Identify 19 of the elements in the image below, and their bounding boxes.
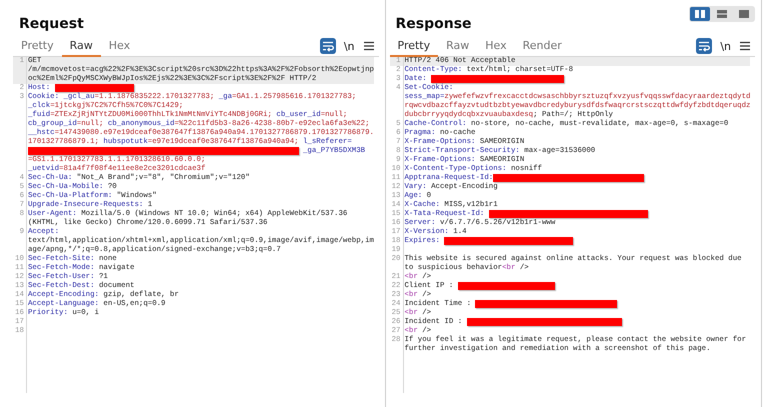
split-columns-icon	[694, 9, 706, 19]
wrap-icon	[322, 40, 334, 52]
word-wrap-button[interactable]	[320, 38, 336, 54]
newline-toggle[interactable]: \n	[344, 40, 354, 52]
single-pane-icon	[738, 9, 750, 19]
view-tab[interactable]: Hex	[477, 36, 515, 57]
newline-toggle[interactable]: \n	[720, 40, 731, 52]
view-tab[interactable]: Hex	[100, 36, 138, 57]
view-tab[interactable]: Pretty	[13, 36, 62, 57]
view-tab[interactable]: Raw	[438, 36, 478, 57]
view-tab[interactable]: Render	[514, 36, 570, 57]
panel-title: Response	[394, 15, 473, 34]
word-wrap-button[interactable]	[696, 38, 712, 54]
split-rows-icon	[716, 9, 728, 19]
menu-icon[interactable]	[362, 41, 374, 51]
panel-title: Request	[18, 15, 85, 34]
layout-toggle[interactable]	[690, 7, 710, 21]
wrap-icon	[698, 40, 710, 52]
menu-icon[interactable]	[739, 41, 751, 51]
